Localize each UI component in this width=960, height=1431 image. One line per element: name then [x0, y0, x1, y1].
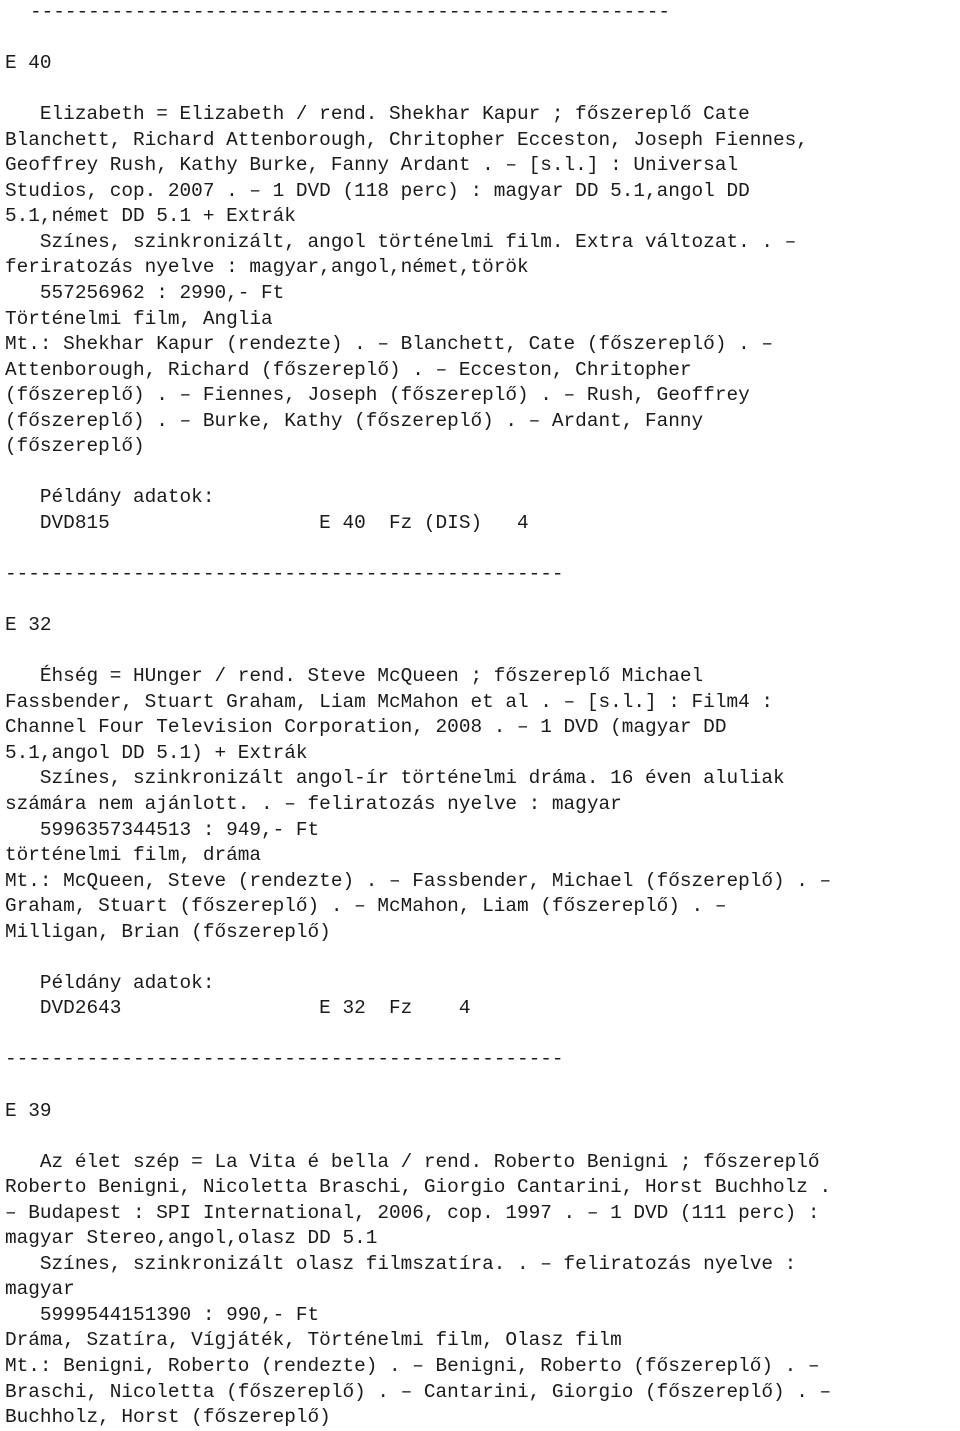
copies-header-1: Példány adatok:: [5, 486, 215, 509]
copy-row-2: DVD2643 E 32 Fz 4: [5, 997, 471, 1020]
record-id-1: E 40: [5, 52, 52, 75]
separator-rule-2: ----------------------------------------…: [5, 1048, 564, 1071]
record-description-3: Az élet szép = La Vita é bella / rend. R…: [5, 1150, 832, 1429]
record-id-2: E 32: [5, 614, 52, 637]
copy-row-1: DVD815 E 40 Fz (DIS) 4: [5, 511, 529, 534]
catalog-document: ----------------------------------------…: [0, 0, 960, 1431]
record-description-2: Éhség = HUnger / rend. Steve McQueen ; f…: [5, 665, 832, 943]
copies-header-2: Példány adatok:: [5, 971, 215, 994]
record-id-3: E 39: [5, 1099, 52, 1122]
catalog-printout-page: ----------------------------------------…: [0, 0, 960, 1428]
separator-rule-top: ----------------------------------------…: [30, 1, 670, 23]
record-description-1: Elizabeth = Elizabeth / rend. Shekhar Ka…: [5, 103, 808, 458]
separator-rule-1: ----------------------------------------…: [5, 563, 564, 586]
